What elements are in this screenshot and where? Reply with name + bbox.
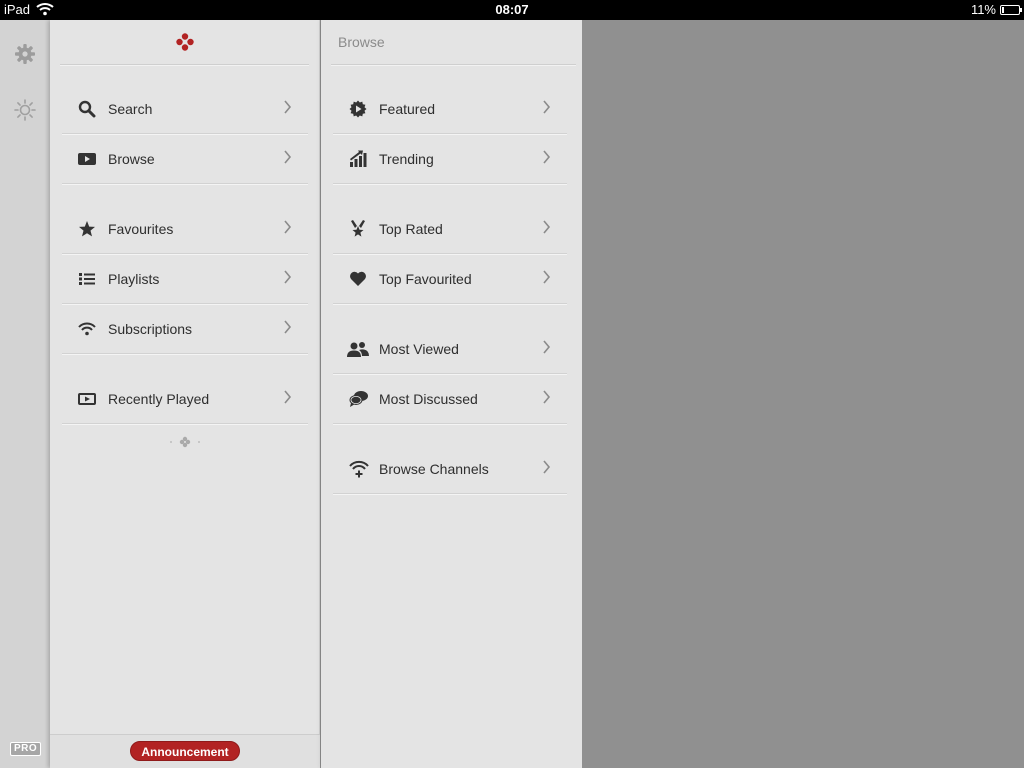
featured-badge-icon <box>349 100 367 118</box>
menu-item-search[interactable]: Search <box>62 84 308 134</box>
browse-title: Browse <box>338 34 385 50</box>
left-rail: PRO <box>0 20 50 768</box>
chevron-right-icon <box>284 100 292 114</box>
menu-item-label: Browse <box>108 151 155 167</box>
browse-panel: Browse Featured Trending Top Rated Top F… <box>321 20 582 768</box>
browse-item-most-viewed[interactable]: Most Viewed <box>333 324 567 374</box>
browse-item-top-rated[interactable]: Top Rated <box>333 204 567 254</box>
award-icon <box>351 220 365 237</box>
menu-item-playlists[interactable]: Playlists <box>62 254 308 304</box>
menu-item-label: Playlists <box>108 271 160 287</box>
ornament-divider-icon <box>170 436 200 448</box>
browse-item-browse-channels[interactable]: Browse Channels <box>333 444 567 494</box>
chevron-right-icon <box>543 340 551 354</box>
battery-icon <box>1000 5 1022 15</box>
menu-item-label: Search <box>108 101 153 117</box>
chevron-right-icon <box>543 270 551 284</box>
menu-item-browse[interactable]: Browse <box>62 134 308 184</box>
browse-item-trending[interactable]: Trending <box>333 134 567 184</box>
chevron-right-icon <box>284 390 292 404</box>
chevron-right-icon <box>284 270 292 284</box>
main-menu-panel: Search Browse Favourites Playlists Subsc… <box>50 20 320 768</box>
chevron-right-icon <box>284 320 292 334</box>
gear-icon[interactable] <box>13 42 37 66</box>
main-menu-footer: Announcement <box>50 734 320 768</box>
battery-percentage: 11% <box>970 2 996 17</box>
browse-item-most-discussed[interactable]: Most Discussed <box>333 374 567 424</box>
content-area <box>582 20 1024 768</box>
menu-item-label: Browse Channels <box>379 461 489 477</box>
channel-add-icon <box>349 460 369 478</box>
search-icon <box>78 100 96 118</box>
play-box-icon <box>78 153 96 165</box>
chat-bubbles-icon <box>349 391 368 407</box>
chevron-right-icon <box>543 100 551 114</box>
menu-item-recently-played[interactable]: Recently Played <box>62 374 308 424</box>
menu-item-favourites[interactable]: Favourites <box>62 204 308 254</box>
users-icon <box>347 342 369 357</box>
brightness-icon[interactable] <box>13 98 37 122</box>
pro-badge: PRO <box>10 742 42 756</box>
app-logo-icon <box>176 33 194 51</box>
chevron-right-icon <box>284 150 292 164</box>
main-menu-header <box>60 20 309 65</box>
star-icon <box>79 221 95 237</box>
clock: 08:07 <box>495 2 529 17</box>
chevron-right-icon <box>543 390 551 404</box>
menu-item-label: Top Favourited <box>379 271 472 287</box>
announcement-button[interactable]: Announcement <box>130 741 240 761</box>
browse-item-top-favourited[interactable]: Top Favourited <box>333 254 567 304</box>
list-icon <box>79 273 95 285</box>
status-bar: iPad 08:07 11% <box>0 0 1024 20</box>
menu-item-label: Most Viewed <box>379 341 459 357</box>
menu-item-label: Most Discussed <box>379 391 478 407</box>
chevron-right-icon <box>543 460 551 474</box>
menu-item-label: Favourites <box>108 221 174 237</box>
menu-item-label: Recently Played <box>108 391 210 407</box>
heart-icon <box>350 271 366 286</box>
chevron-right-icon <box>543 220 551 234</box>
menu-item-label: Featured <box>379 101 436 117</box>
menu-item-label: Trending <box>379 151 434 167</box>
wifi-icon <box>78 322 96 336</box>
menu-item-label: Subscriptions <box>108 321 193 337</box>
menu-item-subscriptions[interactable]: Subscriptions <box>62 304 308 354</box>
chevron-right-icon <box>284 220 292 234</box>
menu-item-label: Top Rated <box>379 221 443 237</box>
browse-item-featured[interactable]: Featured <box>333 84 567 134</box>
browse-header: Browse <box>331 20 576 65</box>
trending-bars-icon <box>350 150 367 167</box>
chevron-right-icon <box>543 150 551 164</box>
recent-play-icon <box>78 393 96 405</box>
